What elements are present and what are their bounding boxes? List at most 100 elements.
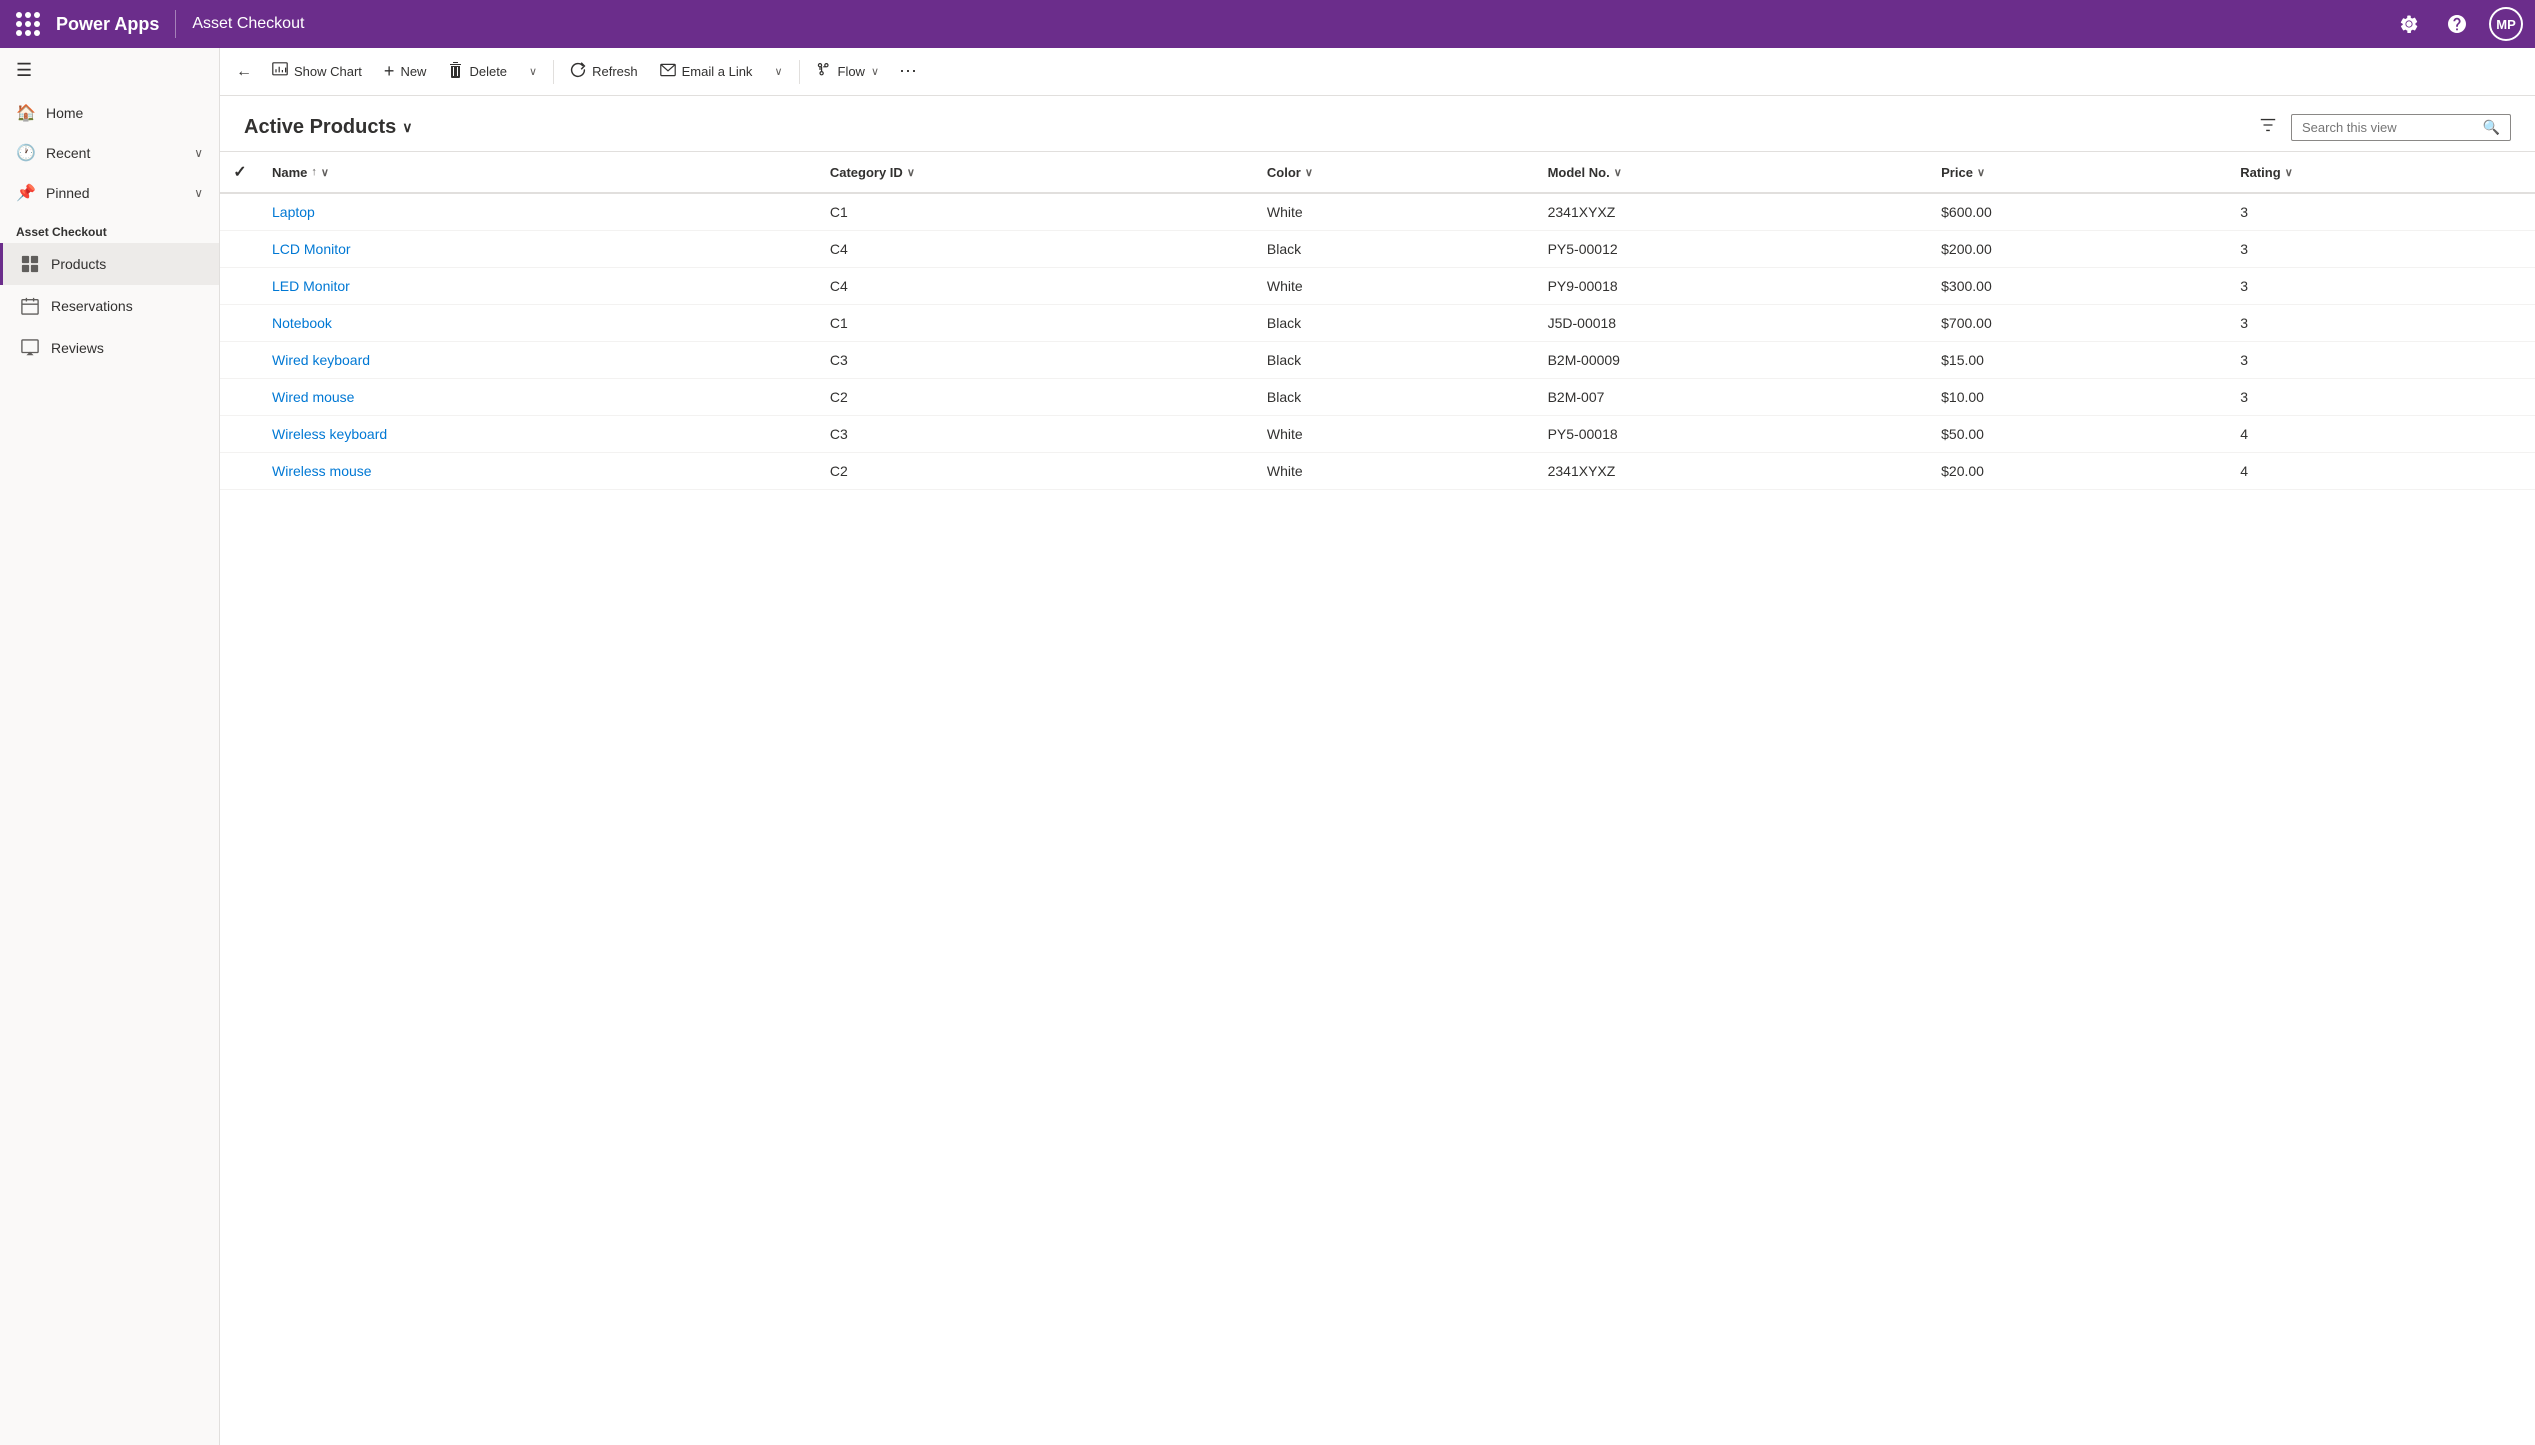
row-rating-cell: 3 — [2228, 268, 2535, 305]
row-color-cell: Black — [1255, 342, 1536, 379]
delete-dropdown-button[interactable]: ∨ — [519, 59, 547, 84]
help-icon[interactable] — [2441, 8, 2473, 40]
row-rating-cell: 4 — [2228, 416, 2535, 453]
categoryid-column-header: Category ID ∨ — [818, 152, 1255, 193]
flow-dropdown-arrow-icon: ∨ — [871, 65, 879, 78]
row-name-cell: Wired keyboard — [260, 342, 818, 379]
row-name-link[interactable]: Wired mouse — [272, 389, 354, 405]
row-rating-cell: 3 — [2228, 231, 2535, 268]
new-button[interactable]: + New — [374, 55, 437, 88]
row-price-cell: $15.00 — [1929, 342, 2228, 379]
email-link-dropdown-button[interactable]: ∨ — [764, 59, 792, 84]
row-modelno-cell: PY9-00018 — [1536, 268, 1930, 305]
email-link-icon — [660, 63, 676, 81]
table-row: Wired keyboard C3 Black B2M-00009 $15.00… — [220, 342, 2535, 379]
price-column-label: Price — [1941, 165, 1973, 180]
view-title-chevron-icon[interactable]: ∨ — [402, 119, 412, 136]
price-sort-icon[interactable]: ∨ — [1977, 166, 1985, 179]
table-row: Wireless keyboard C3 White PY5-00018 $50… — [220, 416, 2535, 453]
sidebar-item-pinned[interactable]: 📌 Pinned ∨ — [0, 173, 219, 213]
row-checkbox-cell — [220, 268, 260, 305]
row-name-link[interactable]: Notebook — [272, 315, 332, 331]
row-rating-cell: 3 — [2228, 305, 2535, 342]
modelno-column-header: Model No. ∨ — [1536, 152, 1930, 193]
row-color-cell: Black — [1255, 305, 1536, 342]
row-rating-cell: 3 — [2228, 193, 2535, 231]
sidebar: ☰ 🏠 Home 🕐 Recent ∨ 📌 Pinned ∨ Asset Che… — [0, 48, 220, 1445]
email-link-button[interactable]: Email a Link — [650, 57, 763, 87]
row-name-cell: Wireless mouse — [260, 453, 818, 490]
toolbar-separator-1 — [553, 60, 554, 84]
refresh-button[interactable]: Refresh — [560, 56, 648, 88]
toolbar-separator-2 — [799, 60, 800, 84]
row-color-cell: White — [1255, 453, 1536, 490]
modelno-sort-icon[interactable]: ∨ — [1614, 166, 1622, 179]
row-name-link[interactable]: LCD Monitor — [272, 241, 351, 257]
home-icon: 🏠 — [16, 103, 36, 123]
row-name-link[interactable]: Wireless mouse — [272, 463, 372, 479]
sidebar-item-reservations[interactable]: Reservations — [0, 285, 219, 327]
pinned-icon: 📌 — [16, 183, 36, 203]
name-sort-desc-icon[interactable]: ∨ — [321, 166, 329, 179]
new-label: New — [400, 64, 426, 79]
select-all-checkbox[interactable]: ✓ — [233, 164, 246, 181]
row-color-cell: White — [1255, 193, 1536, 231]
products-table: ✓ Name ↑ ∨ Category ID — [220, 152, 2535, 490]
row-price-cell: $300.00 — [1929, 268, 2228, 305]
row-name-cell: Laptop — [260, 193, 818, 231]
name-column-header: Name ↑ ∨ — [260, 152, 818, 193]
row-categoryid-cell: C4 — [818, 268, 1255, 305]
user-avatar[interactable]: MP — [2489, 7, 2523, 41]
top-bar: Power Apps Asset Checkout MP — [0, 0, 2535, 48]
delete-button[interactable]: Delete — [438, 56, 517, 88]
rating-sort-icon[interactable]: ∨ — [2285, 166, 2293, 179]
settings-icon[interactable] — [2393, 8, 2425, 40]
hamburger-menu[interactable]: ☰ — [0, 48, 219, 93]
products-icon — [19, 253, 41, 275]
color-sort-icon[interactable]: ∨ — [1305, 166, 1313, 179]
sidebar-item-reviews[interactable]: Reviews — [0, 327, 219, 369]
row-categoryid-cell: C4 — [818, 231, 1255, 268]
categoryid-sort-icon[interactable]: ∨ — [907, 166, 915, 179]
sidebar-item-home[interactable]: 🏠 Home — [0, 93, 219, 133]
show-chart-button[interactable]: Show Chart — [262, 56, 372, 88]
reviews-icon — [19, 337, 41, 359]
row-name-cell: Wireless keyboard — [260, 416, 818, 453]
more-options-button[interactable]: ⋯ — [891, 57, 925, 86]
color-column-header: Color ∨ — [1255, 152, 1536, 193]
recent-icon: 🕐 — [16, 143, 36, 163]
row-categoryid-cell: C3 — [818, 416, 1255, 453]
back-button[interactable]: ← — [228, 57, 260, 87]
sidebar-section-title: Asset Checkout — [0, 213, 219, 243]
row-price-cell: $600.00 — [1929, 193, 2228, 231]
reviews-label: Reviews — [51, 340, 104, 356]
flow-button[interactable]: Flow ∨ — [806, 56, 890, 88]
modelno-column-label: Model No. — [1548, 165, 1610, 180]
recent-chevron-icon: ∨ — [194, 146, 203, 160]
waffle-menu[interactable] — [12, 8, 44, 40]
flow-icon — [816, 62, 832, 82]
row-modelno-cell: J5D-00018 — [1536, 305, 1930, 342]
name-sort-asc-icon[interactable]: ↑ — [311, 166, 317, 178]
row-name-link[interactable]: Wireless keyboard — [272, 426, 387, 442]
row-name-link[interactable]: LED Monitor — [272, 278, 350, 294]
new-icon: + — [384, 61, 395, 82]
header-right: 🔍 — [2255, 112, 2511, 143]
row-checkbox-cell — [220, 193, 260, 231]
email-link-dropdown-arrow-icon: ∨ — [774, 65, 782, 78]
table-row: LED Monitor C4 White PY9-00018 $300.00 3 — [220, 268, 2535, 305]
sidebar-item-products[interactable]: Products — [0, 243, 219, 285]
row-categoryid-cell: C2 — [818, 453, 1255, 490]
search-input[interactable] — [2302, 120, 2483, 135]
color-column-label: Color — [1267, 165, 1301, 180]
row-price-cell: $200.00 — [1929, 231, 2228, 268]
row-name-link[interactable]: Laptop — [272, 204, 315, 220]
row-name-link[interactable]: Wired keyboard — [272, 352, 370, 368]
filter-icon[interactable] — [2255, 112, 2281, 143]
view-title-text: Active Products — [244, 116, 396, 139]
toolbar: ← Show Chart + New Delete ∨ — [220, 48, 2535, 96]
sidebar-item-recent[interactable]: 🕐 Recent ∨ — [0, 133, 219, 173]
reservations-label: Reservations — [51, 298, 133, 314]
row-checkbox-cell — [220, 305, 260, 342]
brand-logo: Power Apps — [56, 14, 159, 35]
